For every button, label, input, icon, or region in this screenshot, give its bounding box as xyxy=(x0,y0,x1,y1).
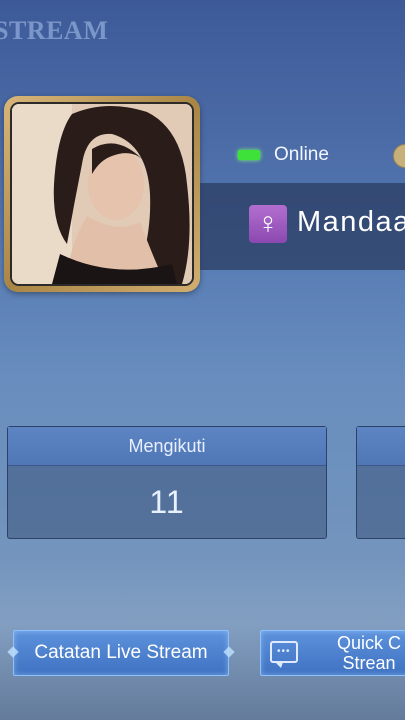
following-card[interactable]: Mengikuti 11 xyxy=(7,426,327,539)
quick-chat-label-line2: Strean xyxy=(342,653,396,673)
status-label: Online xyxy=(274,144,329,165)
quick-chat-label-line1: Quick C xyxy=(337,633,402,653)
followers-card[interactable] xyxy=(356,426,405,539)
avatar[interactable] xyxy=(4,96,200,292)
following-count: 11 xyxy=(149,483,185,520)
followers-count xyxy=(357,466,405,538)
live-stream-history-label: Catatan Live Stream xyxy=(34,642,208,663)
female-gender-icon: ♀ xyxy=(249,205,287,243)
online-status: Online xyxy=(238,144,329,166)
followers-label xyxy=(357,427,405,466)
chat-icon: ••• xyxy=(270,641,298,668)
username: Mandaa xyxy=(297,206,405,238)
quick-chat-label: Quick C Strean xyxy=(337,633,401,673)
coin-icon xyxy=(393,144,405,168)
section-title: STREAM xyxy=(0,16,109,45)
quick-chat-stream-button[interactable]: ••• Quick C Strean xyxy=(260,630,405,676)
online-indicator-icon xyxy=(238,150,260,160)
avatar-photo xyxy=(10,102,194,286)
following-label: Mengikuti xyxy=(8,427,326,466)
live-stream-history-button[interactable]: Catatan Live Stream xyxy=(7,630,235,676)
